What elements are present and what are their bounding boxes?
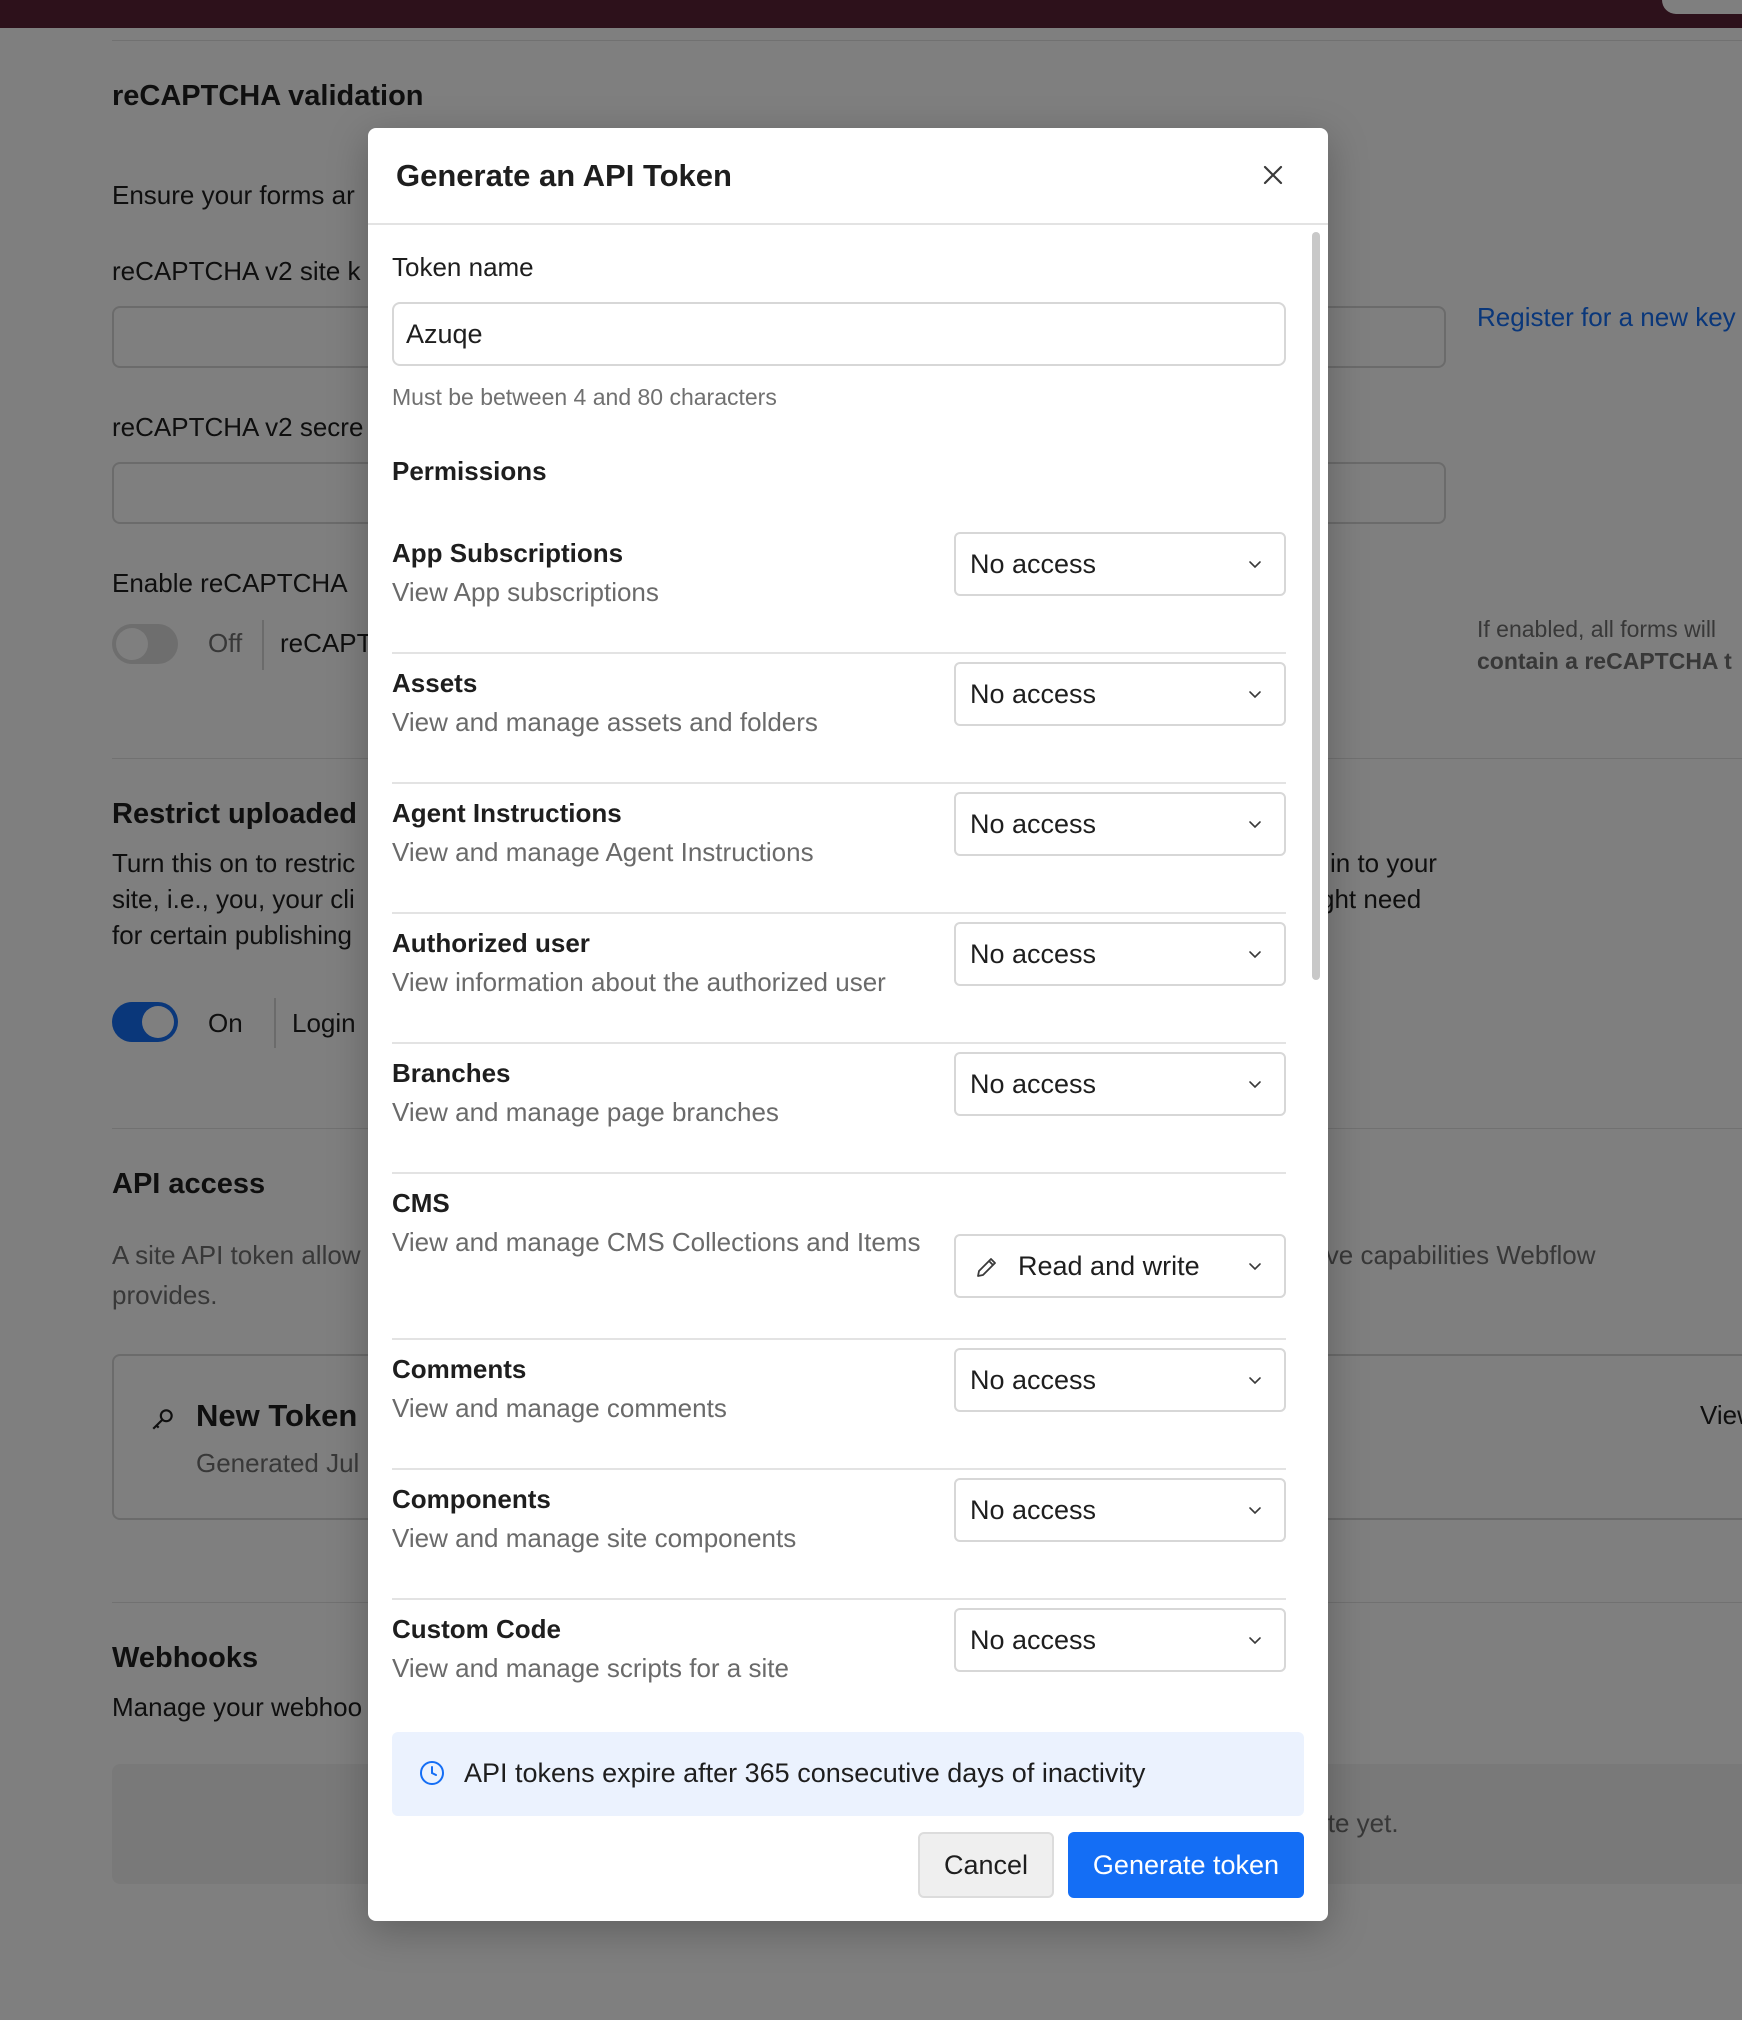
permission-access-value: No access xyxy=(970,679,1097,709)
token-name-label: Token name xyxy=(392,252,534,282)
permission-access-select[interactable]: Read and write xyxy=(954,1234,1286,1298)
permission-description: View and manage Agent Instructions xyxy=(392,837,814,867)
permission-name: Branches xyxy=(392,1058,511,1088)
permission-access-select[interactable]: No access xyxy=(954,1348,1286,1412)
token-name-input[interactable] xyxy=(392,302,1286,366)
permission-name: Authorized user xyxy=(392,928,590,958)
pencil-icon xyxy=(977,1258,996,1277)
permission-description: View and manage scripts for a site xyxy=(392,1653,789,1683)
permission-access-select[interactable]: No access xyxy=(954,662,1286,726)
permission-name: App Subscriptions xyxy=(392,538,624,568)
permission-row: Comments View and manage comments No acces… xyxy=(392,1340,1286,1470)
permission-description: View and manage assets and folders xyxy=(392,707,818,737)
permission-name: Comments xyxy=(392,1354,527,1384)
permission-access-value: No access xyxy=(970,809,1097,839)
permission-access-value: No access xyxy=(970,939,1097,969)
permission-description: View and manage comments xyxy=(392,1393,727,1423)
generate-token-button[interactable]: Generate token xyxy=(1068,1832,1304,1898)
permission-access-value: No access xyxy=(970,1625,1097,1655)
permission-access-select[interactable]: No access xyxy=(954,792,1286,856)
permission-access-select[interactable]: No access xyxy=(954,922,1286,986)
permission-row: Custom Code View and manage scripts for a… xyxy=(392,1600,1286,1730)
chevron-down-icon xyxy=(1249,1637,1261,1645)
close-icon[interactable] xyxy=(1258,160,1288,190)
permission-description: View and manage CMS Collections and Item… xyxy=(392,1227,921,1257)
chevron-down-icon xyxy=(1249,1377,1261,1385)
chevron-down-icon xyxy=(1249,821,1261,829)
cancel-button[interactable]: Cancel xyxy=(918,1832,1054,1898)
chevron-down-icon xyxy=(1249,1507,1261,1515)
permission-row: Branches View and manage page branches No … xyxy=(392,1044,1286,1174)
permission-description: View and manage site components xyxy=(392,1523,797,1553)
permission-access-select[interactable]: No access xyxy=(954,532,1286,596)
permission-access-value: Read and write xyxy=(1018,1251,1200,1281)
permission-access-select[interactable]: No access xyxy=(954,1478,1286,1542)
permission-description: View information about the authorized us… xyxy=(392,967,886,997)
permission-row: App Subscriptions View App subscriptions N… xyxy=(392,524,1286,654)
expiry-info-banner: API tokens expire after 365 consecutive … xyxy=(392,1732,1304,1816)
chevron-down-icon xyxy=(1249,1081,1261,1089)
permission-name: Agent Instructions xyxy=(392,798,622,828)
chevron-down-icon xyxy=(1249,561,1261,569)
modal-header: Generate an API Token xyxy=(368,128,1328,225)
permission-access-select[interactable]: No access xyxy=(954,1608,1286,1672)
permission-name: Assets xyxy=(392,668,478,698)
permission-access-value: No access xyxy=(970,1365,1097,1395)
clock-icon xyxy=(420,1761,444,1785)
permission-access-value: No access xyxy=(970,549,1097,579)
permission-row: Components View and manage site component… xyxy=(392,1470,1286,1600)
permission-access-value: No access xyxy=(970,1069,1097,1099)
chevron-down-icon xyxy=(1249,1263,1261,1271)
permission-row: Authorized user View information about th… xyxy=(392,914,1286,1044)
permission-description: View App subscriptions xyxy=(392,577,659,607)
chevron-down-icon xyxy=(1249,951,1261,959)
permission-row: Agent Instructions View and manage Agent … xyxy=(392,784,1286,914)
token-name-hint: Must be between 4 and 80 characters xyxy=(392,384,777,410)
permission-name: Components xyxy=(392,1484,551,1514)
permissions-heading: Permissions xyxy=(392,456,547,486)
chevron-down-icon xyxy=(1249,691,1261,699)
modal-scrollbar[interactable] xyxy=(1312,232,1320,980)
permission-access-select[interactable]: No access xyxy=(954,1052,1286,1116)
permission-row: Assets View and manage assets and folders… xyxy=(392,654,1286,784)
generate-token-modal: Generate an API Token Token name Must be… xyxy=(368,128,1328,1921)
modal-title: Generate an API Token xyxy=(396,158,732,193)
permission-row: CMS View and manage CMS Collections and I… xyxy=(392,1174,1286,1340)
permission-name: CMS xyxy=(392,1188,450,1218)
permission-access-value: No access xyxy=(970,1495,1097,1525)
permission-name: Custom Code xyxy=(392,1614,561,1644)
expiry-info-text: API tokens expire after 365 consecutive … xyxy=(464,1758,1146,1788)
permission-description: View and manage page branches xyxy=(392,1097,779,1127)
